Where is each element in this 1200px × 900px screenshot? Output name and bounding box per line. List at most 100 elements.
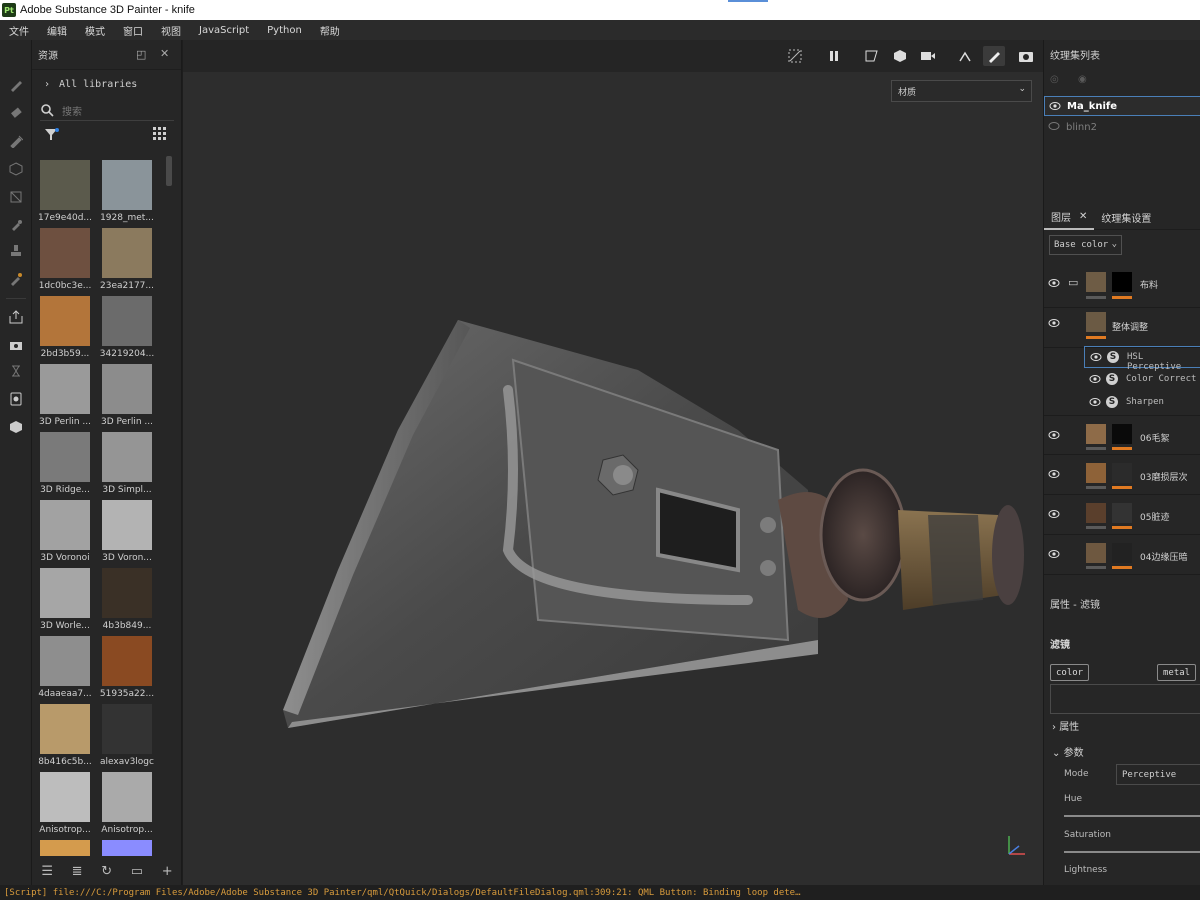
asset-item[interactable]: 4daaeaa7...	[36, 632, 94, 700]
layer-folder[interactable]: ▭ 布料	[1044, 266, 1200, 308]
eye-icon[interactable]	[1048, 469, 1060, 482]
bake-icon[interactable]	[7, 336, 25, 354]
texture-set-row[interactable]: Ma_knife	[1044, 96, 1200, 116]
sort-icon[interactable]: ☰	[41, 864, 53, 879]
layer-group[interactable]: 整体调整	[1044, 308, 1200, 348]
eye-icon[interactable]	[1048, 278, 1060, 291]
asset-item[interactable]: 3D Voronoi	[36, 496, 94, 564]
projection-icon[interactable]	[7, 132, 25, 150]
eye-icon[interactable]	[1090, 352, 1102, 365]
folder-icon[interactable]: ▭	[1068, 276, 1078, 289]
hue-slider[interactable]	[1064, 815, 1200, 817]
eye-icon[interactable]	[1048, 549, 1060, 562]
hide-all-icon[interactable]: ◎	[1050, 74, 1059, 85]
asset-item[interactable]: 1dc0bc3e...	[36, 224, 94, 292]
tab-layers[interactable]: 图层 ✕	[1044, 206, 1095, 230]
shelf-icon[interactable]	[7, 418, 25, 436]
asset-item[interactable]: 34219204...	[98, 292, 156, 360]
mode-dropdown[interactable]: Perceptive	[1116, 764, 1200, 785]
layer-row[interactable]: 04边缘压暗	[1044, 535, 1200, 575]
menu-file[interactable]: 文件	[0, 23, 38, 38]
close-icon[interactable]: ✕	[1079, 211, 1087, 222]
eye-icon[interactable]	[1089, 374, 1101, 387]
asset-item[interactable]: 23ea2177...	[98, 224, 156, 292]
add-icon[interactable]: +	[162, 864, 173, 879]
asset-item[interactable]: 3D Perlin ...	[98, 360, 156, 428]
geometry-mask-icon[interactable]	[7, 160, 25, 178]
color-picker-icon[interactable]	[7, 270, 25, 288]
asset-item[interactable]: 4b3b849...	[98, 564, 156, 632]
menu-help[interactable]: 帮助	[311, 23, 349, 38]
filter-row[interactable]: S HSL Perceptive	[1084, 346, 1200, 372]
polygon-fill-icon[interactable]	[7, 188, 25, 206]
asset-item[interactable]: Anisotrop...	[36, 768, 94, 836]
pause-icon[interactable]	[823, 46, 845, 66]
asset-item[interactable]: 2bd3b59...	[36, 292, 94, 360]
close-icon[interactable]: ✕	[160, 47, 169, 60]
texture-set-icon[interactable]	[7, 362, 25, 380]
video-icon[interactable]	[917, 46, 939, 66]
eye-icon[interactable]	[1048, 430, 1060, 443]
folder-icon[interactable]: ▭	[131, 864, 143, 879]
asset-item[interactable]	[98, 836, 156, 856]
smudge-icon[interactable]	[7, 216, 25, 234]
eye-icon[interactable]	[1048, 121, 1060, 134]
menu-view[interactable]: 视图	[152, 23, 190, 38]
channel-selector[interactable]: Base color ⌄	[1049, 235, 1122, 255]
tab-texture-set-settings[interactable]: 纹理集设置	[1094, 206, 1158, 230]
refresh-icon[interactable]: ↻	[101, 864, 112, 879]
layer-row[interactable]: 06毛絮	[1044, 415, 1200, 455]
cube-icon[interactable]	[889, 46, 911, 66]
asset-item[interactable]: 17e9e40d...	[36, 156, 94, 224]
asset-item[interactable]: 3D Perlin ...	[36, 360, 94, 428]
eye-icon[interactable]	[1048, 318, 1060, 331]
filter-row[interactable]: S Color Correct	[1084, 369, 1200, 391]
hide-icon[interactable]	[784, 46, 806, 66]
material-selector[interactable]: 材质 ⌄	[891, 80, 1032, 102]
asset-item[interactable]: 51935a22...	[98, 632, 156, 700]
texture-set-row[interactable]: blinn2	[1044, 117, 1200, 137]
camera-mode-icon[interactable]	[861, 46, 883, 66]
asset-item[interactable]: 3D Voron...	[98, 496, 156, 564]
metal-channel-chip[interactable]: metal	[1157, 664, 1197, 681]
asset-item[interactable]: 3D Simpl...	[98, 428, 156, 496]
asset-item[interactable]: 3D Worle...	[36, 564, 94, 632]
viewport[interactable]: 材质 ⌄	[183, 40, 1043, 885]
symmetry-icon[interactable]	[954, 46, 976, 66]
asset-item[interactable]: Anisotrop...	[98, 768, 156, 836]
display-settings-icon[interactable]	[7, 390, 25, 408]
asset-item[interactable]	[36, 836, 94, 856]
filter-resource-slot[interactable]	[1050, 684, 1200, 714]
asset-item[interactable]: 1928_met...	[98, 156, 156, 224]
clone-stamp-icon[interactable]	[7, 242, 25, 260]
undock-icon[interactable]: ◰	[136, 48, 146, 61]
list-icon[interactable]: ≣	[72, 864, 83, 879]
menu-window[interactable]: 窗口	[114, 23, 152, 38]
eye-icon[interactable]	[1049, 101, 1061, 114]
asset-item[interactable]: 3D Ridge...	[36, 428, 94, 496]
brush-icon[interactable]	[983, 46, 1005, 66]
saturation-slider[interactable]	[1064, 851, 1200, 853]
asset-item[interactable]: 8b416c5b...	[36, 700, 94, 768]
grid-view-icon[interactable]	[152, 126, 168, 142]
asset-item[interactable]: alexav3logc	[98, 700, 156, 768]
attributes-group[interactable]: › 属性	[1052, 718, 1079, 733]
paint-brush-icon[interactable]	[7, 76, 25, 94]
library-selector[interactable]: › All libraries	[32, 70, 181, 98]
eye-icon[interactable]	[1048, 509, 1060, 522]
parameters-group[interactable]: ⌄ 参数	[1052, 744, 1084, 759]
menu-edit[interactable]: 编辑	[38, 23, 76, 38]
filter-row[interactable]: S Sharpen	[1084, 392, 1200, 414]
asset-search[interactable]: 搜索	[40, 100, 174, 121]
color-channel-chip[interactable]: color	[1050, 664, 1090, 681]
eraser-icon[interactable]	[7, 104, 25, 122]
layer-row[interactable]: 05脏迹	[1044, 495, 1200, 535]
layer-row[interactable]: 03磨损层次	[1044, 455, 1200, 495]
show-all-icon[interactable]: ◉	[1078, 74, 1087, 85]
eye-icon[interactable]	[1089, 397, 1101, 410]
screenshot-icon[interactable]	[1015, 46, 1037, 66]
menu-mode[interactable]: 模式	[76, 23, 114, 38]
menu-python[interactable]: Python	[258, 25, 311, 36]
menu-javascript[interactable]: JavaScript	[190, 25, 258, 36]
export-icon[interactable]	[7, 308, 25, 326]
